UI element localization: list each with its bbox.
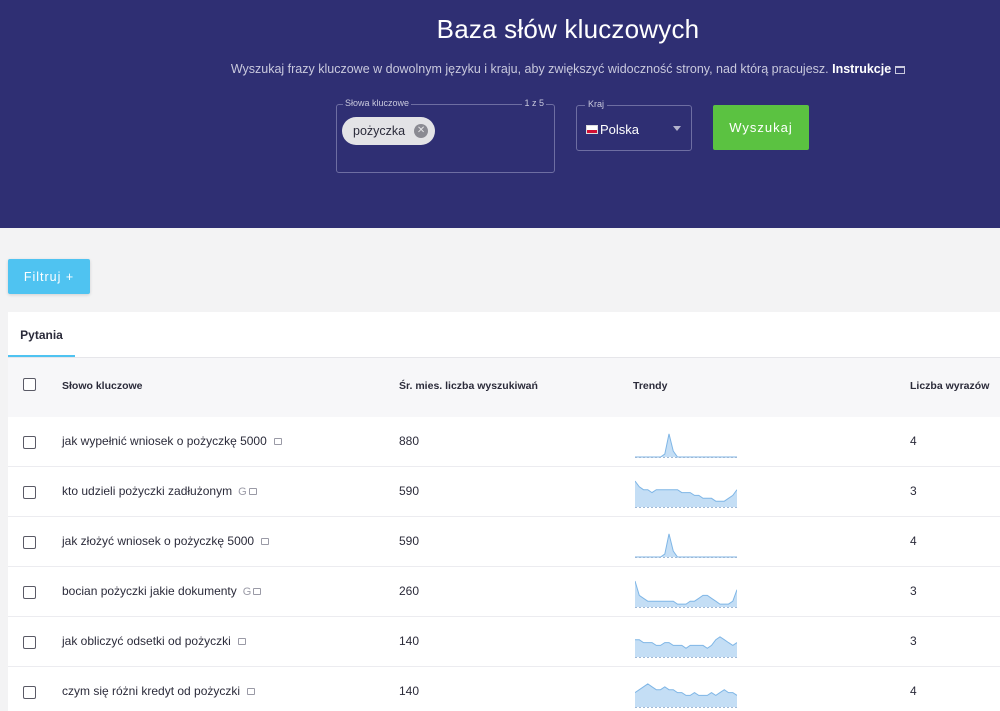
table-row[interactable]: czym się różni kredyt od pożyczki 140 4 [8,667,1000,711]
keyword-chip[interactable]: pożyczka ✕ [342,117,436,145]
dropdown-caret-icon [673,126,681,131]
table-row[interactable]: jak złożyć wniosek o pożyczkę 5000 590 4 [8,517,1000,567]
table-row[interactable]: jak wypełnić wniosek o pożyczkę 5000 880 4 [8,417,1000,467]
country-value: Polska [600,122,640,137]
trend-line [635,433,737,458]
keyword-text: jak złożyć wniosek o pożyczkę 5000 [62,534,255,548]
filter-button[interactable]: Filtruj + [8,259,90,294]
subtitle-text: Wyszukaj frazy kluczowe w dowolnym język… [230,62,829,76]
google-icon[interactable]: G [238,486,247,498]
keyword-chip-label: pożyczka [353,124,406,138]
word-count-cell: 3 [910,484,917,498]
trend-area [635,533,737,557]
tab-questions[interactable]: Pytania [8,312,75,357]
keyword-cell[interactable]: kto udzieli pożyczki zadłużonym G [62,484,257,498]
row-checkbox[interactable] [23,586,36,599]
row-checkbox[interactable] [23,636,36,649]
header-banner: Baza słów kluczowych Wyszukaj frazy kluc… [0,0,1000,228]
table-row[interactable]: kto udzieli pożyczki zadłużonym G 590 3 [8,467,1000,517]
comment-icon[interactable] [247,688,256,695]
word-count-cell: 3 [910,634,917,648]
keyword-cell[interactable]: jak wypełnić wniosek o pożyczkę 5000 [62,434,282,448]
volume-cell: 260 [399,584,420,598]
table-row[interactable]: jak obliczyć odsetki od pożyczki 140 3 [8,617,1000,667]
keyword-text: jak wypełnić wniosek o pożyczkę 5000 [62,434,267,448]
country-select[interactable]: Kraj Polska [576,99,692,151]
keyword-cell[interactable]: jak złożyć wniosek o pożyczkę 5000 [62,534,270,548]
comment-icon[interactable] [261,538,270,545]
volume-cell: 590 [399,484,420,498]
trend-area [635,433,737,457]
word-count-cell: 3 [910,584,917,598]
volume-cell: 880 [399,434,420,448]
volume-cell: 140 [399,684,420,698]
word-count-cell: 4 [910,534,917,548]
volume-cell: 590 [399,534,420,548]
column-header-volume[interactable]: Śr. mies. liczba wyszukiwań [399,380,538,392]
instructions-link[interactable]: Instrukcje [832,62,891,76]
external-link-icon[interactable] [895,66,906,74]
trend-area [635,636,737,657]
word-count-cell: 4 [910,684,917,698]
keywords-counter: 1 z 5 [522,98,546,108]
column-header-trends: Trendy [633,380,668,392]
comment-icon[interactable] [237,638,246,645]
trend-sparkline [635,533,737,558]
trend-sparkline [635,683,737,708]
comment-icon[interactable] [253,588,262,595]
row-checkbox[interactable] [23,436,36,449]
page-subtitle: Wyszukaj frazy kluczowe w dowolnym język… [0,62,1000,76]
page-title: Baza słów kluczowych [436,14,700,44]
column-header-keyword[interactable]: Słowo kluczowe [62,380,143,392]
trend-sparkline [635,433,737,458]
keywords-field[interactable]: Słowa kluczowe 1 z 5 pożyczka ✕ [336,98,555,173]
trend-line [635,533,737,558]
keyword-text: czym się różni kredyt od pożyczki [62,684,241,698]
keyword-text: bocian pożyczki jakie dokumenty [62,584,237,598]
trend-sparkline [635,580,737,608]
keywords-field-label: Słowa kluczowe [343,98,412,108]
google-icon[interactable]: G [243,586,252,598]
tab-bar: Pytania [8,312,1000,358]
keyword-cell[interactable]: bocian pożyczki jakie dokumenty G [62,584,262,598]
trend-area [635,481,737,507]
comment-icon[interactable] [273,438,282,445]
trend-sparkline [635,480,737,508]
select-all-checkbox[interactable] [23,378,36,391]
row-checkbox[interactable] [23,486,36,499]
results-panel: Pytania Słowo kluczowe Śr. mies. liczba … [8,312,1000,711]
trend-line [635,580,737,605]
keyword-cell[interactable]: jak obliczyć odsetki od pożyczki [62,634,246,648]
trend-area [635,581,737,607]
keyword-text: jak obliczyć odsetki od pożyczki [62,634,231,648]
comment-icon[interactable] [248,488,257,495]
word-count-cell: 4 [910,434,917,448]
country-select-label: Kraj [585,99,608,109]
row-checkbox[interactable] [23,536,36,549]
row-checkbox[interactable] [23,686,36,699]
search-button[interactable]: Wyszukaj [713,105,809,150]
table-row[interactable]: bocian pożyczki jakie dokumenty G 260 3 [8,567,1000,617]
poland-flag-icon [586,125,598,134]
remove-chip-icon[interactable]: ✕ [414,124,429,138]
keyword-text: kto udzieli pożyczki zadłużonym [62,484,233,498]
table-header: Słowo kluczowe Śr. mies. liczba wyszukiw… [8,358,1000,418]
column-header-word-count[interactable]: Liczba wyrazów [910,380,989,392]
keyword-cell[interactable]: czym się różni kredyt od pożyczki [62,684,256,698]
trend-sparkline [635,636,737,658]
volume-cell: 140 [399,634,420,648]
